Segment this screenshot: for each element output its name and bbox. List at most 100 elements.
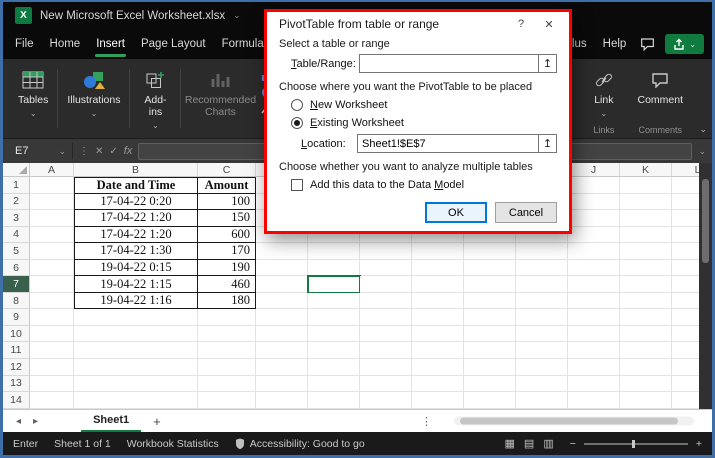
cell-K11[interactable] [620, 342, 672, 359]
cell-F9[interactable] [360, 309, 412, 326]
cell-A5[interactable] [30, 243, 74, 260]
cell-I7[interactable] [516, 276, 568, 293]
cell-L7[interactable] [672, 276, 699, 293]
cell-K12[interactable] [620, 359, 672, 376]
cell-C13[interactable] [198, 376, 256, 393]
link-button[interactable]: Link ⌄ [587, 61, 620, 121]
add-sheet-button[interactable]: + [147, 414, 167, 429]
cell-J5[interactable] [568, 243, 620, 260]
cell-K5[interactable] [620, 243, 672, 260]
recommended-charts-button[interactable]: Recommended Charts [183, 61, 257, 136]
cell-B4[interactable]: 17-04-22 1:20 [74, 227, 198, 244]
cell-J9[interactable] [568, 309, 620, 326]
cell-A8[interactable] [30, 293, 74, 310]
cell-C8[interactable]: 180 [198, 293, 256, 310]
cell-A11[interactable] [30, 342, 74, 359]
cell-B7[interactable]: 19-04-22 1:15 [74, 276, 198, 293]
illustrations-button[interactable]: Illustrations ⌄ [60, 61, 127, 136]
radio-new-worksheet[interactable]: New Worksheet [291, 97, 557, 113]
cell-E13[interactable] [308, 376, 360, 393]
row-header-6[interactable]: 6 [3, 260, 30, 277]
cell-J14[interactable] [568, 392, 620, 409]
column-header-C[interactable]: C [198, 163, 256, 177]
cell-J13[interactable] [568, 376, 620, 393]
vertical-scrollbar-thumb[interactable] [702, 179, 709, 263]
cell-A3[interactable] [30, 210, 74, 227]
cell-G11[interactable] [412, 342, 464, 359]
cell-B1[interactable]: Date and Time [74, 177, 198, 194]
cell-A14[interactable] [30, 392, 74, 409]
cell-B9[interactable] [74, 309, 198, 326]
page-layout-view-icon[interactable]: ▤ [524, 437, 534, 450]
row-header-8[interactable]: 8 [3, 293, 30, 310]
prev-sheet-arrow[interactable]: ◂ [13, 416, 24, 427]
cell-J3[interactable] [568, 210, 620, 227]
cell-C3[interactable]: 150 [198, 210, 256, 227]
cell-J8[interactable] [568, 293, 620, 310]
row-header-7[interactable]: 7 [3, 276, 30, 293]
cell-F10[interactable] [360, 326, 412, 343]
cell-G5[interactable] [412, 243, 464, 260]
cell-L4[interactable] [672, 227, 699, 244]
cell-D5[interactable] [256, 243, 308, 260]
cell-B6[interactable]: 19-04-22 0:15 [74, 260, 198, 277]
cell-G6[interactable] [412, 260, 464, 277]
cell-L10[interactable] [672, 326, 699, 343]
cell-C4[interactable]: 600 [198, 227, 256, 244]
cell-C14[interactable] [198, 392, 256, 409]
cell-H10[interactable] [464, 326, 516, 343]
cell-I14[interactable] [516, 392, 568, 409]
comments-toggle-icon[interactable] [634, 29, 661, 59]
cell-I6[interactable] [516, 260, 568, 277]
cell-L2[interactable] [672, 194, 699, 211]
cell-B12[interactable] [74, 359, 198, 376]
range-picker-icon[interactable]: ↥ [538, 135, 556, 152]
cell-H13[interactable] [464, 376, 516, 393]
cell-H8[interactable] [464, 293, 516, 310]
cell-D13[interactable] [256, 376, 308, 393]
tab-help[interactable]: Help [595, 29, 635, 59]
cell-D10[interactable] [256, 326, 308, 343]
cell-B5[interactable]: 17-04-22 1:30 [74, 243, 198, 260]
cell-K3[interactable] [620, 210, 672, 227]
cell-D8[interactable] [256, 293, 308, 310]
cell-E6[interactable] [308, 260, 360, 277]
cell-G12[interactable] [412, 359, 464, 376]
cell-G13[interactable] [412, 376, 464, 393]
cell-A2[interactable] [30, 194, 74, 211]
cell-D11[interactable] [256, 342, 308, 359]
cell-J1[interactable] [568, 177, 620, 194]
cell-C6[interactable]: 190 [198, 260, 256, 277]
cancel-entry-icon[interactable]: ✕ [95, 146, 103, 157]
cell-H11[interactable] [464, 342, 516, 359]
row-header-10[interactable]: 10 [3, 326, 30, 343]
cell-E7[interactable] [308, 276, 360, 293]
cell-E5[interactable] [308, 243, 360, 260]
cell-E12[interactable] [308, 359, 360, 376]
cell-I11[interactable] [516, 342, 568, 359]
radio-existing-worksheet[interactable]: Existing Worksheet [291, 115, 557, 131]
cell-B10[interactable] [74, 326, 198, 343]
cell-B3[interactable]: 17-04-22 1:20 [74, 210, 198, 227]
cell-D7[interactable] [256, 276, 308, 293]
cell-K10[interactable] [620, 326, 672, 343]
cell-K8[interactable] [620, 293, 672, 310]
cell-K2[interactable] [620, 194, 672, 211]
horizontal-scrollbar-thumb[interactable] [460, 418, 678, 425]
cell-F11[interactable] [360, 342, 412, 359]
confirm-entry-icon[interactable]: ✓ [109, 146, 117, 157]
cell-J4[interactable] [568, 227, 620, 244]
cell-F12[interactable] [360, 359, 412, 376]
data-model-checkbox[interactable]: Add this data to the Data Model [291, 177, 557, 193]
row-header-9[interactable]: 9 [3, 309, 30, 326]
tab-page-layout[interactable]: Page Layout [133, 29, 214, 59]
cell-F14[interactable] [360, 392, 412, 409]
row-header-12[interactable]: 12 [3, 359, 30, 376]
insert-function-icon[interactable]: fx [124, 145, 133, 157]
cell-L3[interactable] [672, 210, 699, 227]
name-box[interactable]: E7 ⌄ [9, 143, 73, 159]
column-header-J[interactable]: J [568, 163, 620, 177]
horizontal-scrollbar[interactable] [454, 417, 694, 426]
cell-A10[interactable] [30, 326, 74, 343]
range-picker-icon[interactable]: ↥ [538, 55, 556, 72]
